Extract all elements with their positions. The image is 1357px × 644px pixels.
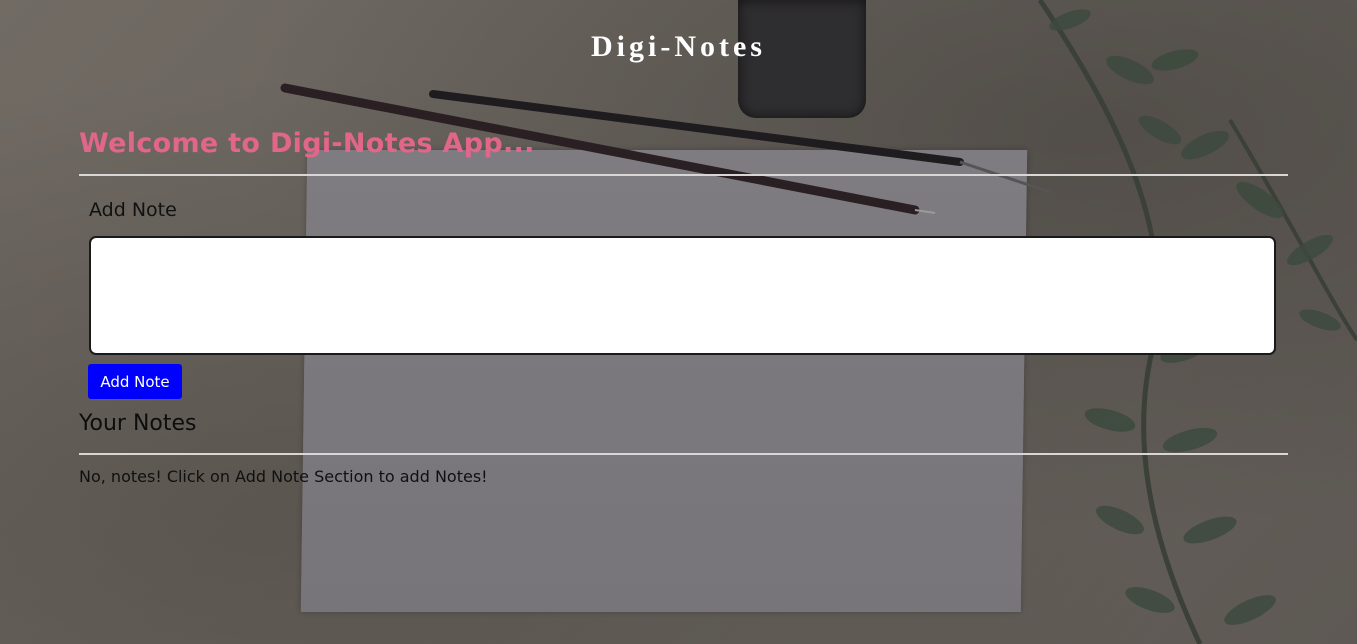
note-textarea[interactable] [89, 236, 1276, 355]
your-notes-heading: Your Notes [79, 411, 197, 436]
empty-notes-message: No, notes! Click on Add Note Section to … [79, 467, 488, 486]
app-title: Digi-Notes [591, 30, 766, 63]
add-note-label: Add Note [89, 199, 177, 221]
divider [79, 453, 1288, 455]
welcome-heading: Welcome to Digi-Notes App... [79, 128, 535, 159]
add-note-button[interactable]: Add Note [88, 364, 182, 399]
divider [79, 174, 1288, 176]
